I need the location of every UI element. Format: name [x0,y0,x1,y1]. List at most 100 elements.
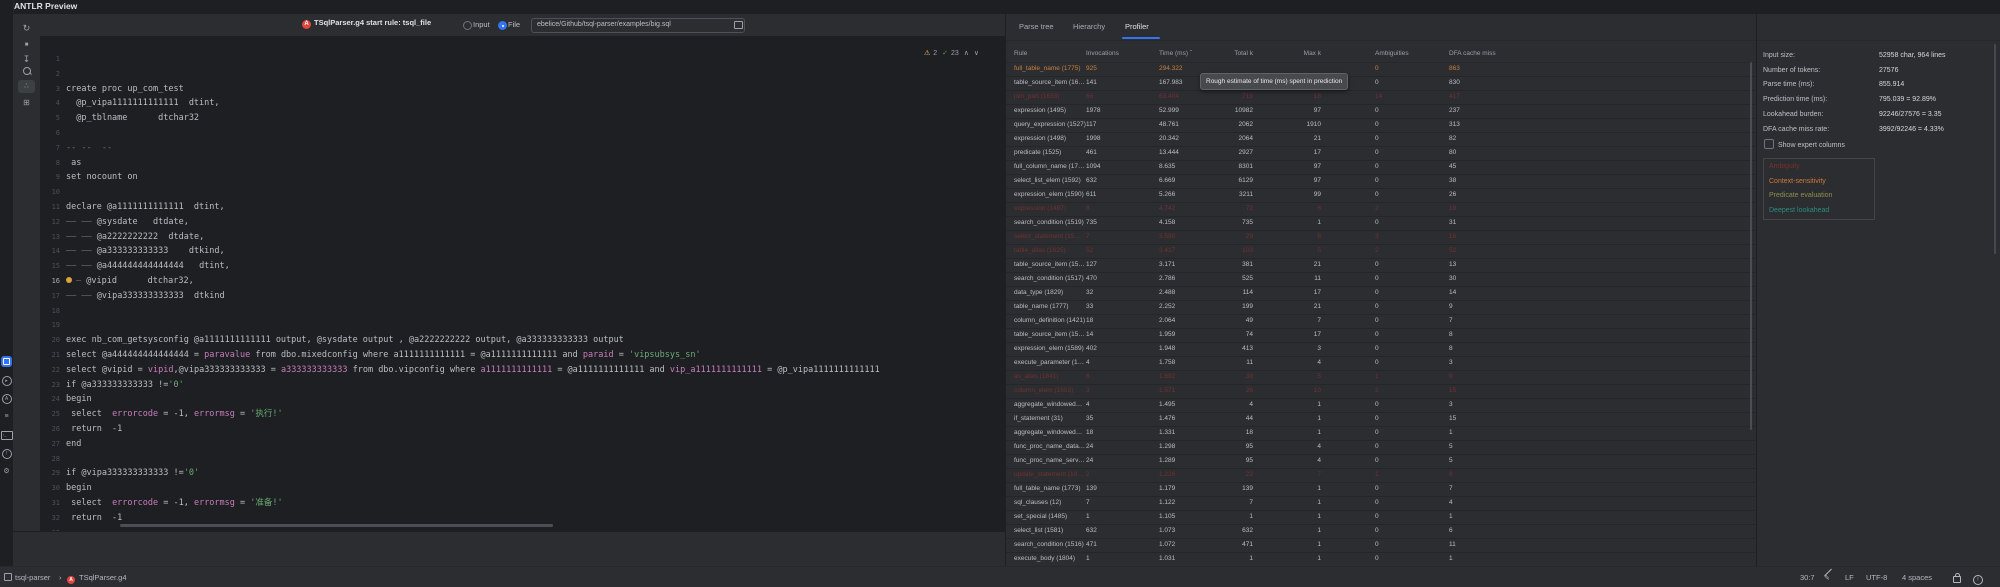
table-row[interactable]: execute_parameter (1…41.75811403 [1006,356,1756,371]
code-line[interactable]: begin [66,392,92,407]
code-line[interactable]: —— —— @sysdate dtdate, [66,215,189,230]
file-radio[interactable] [498,21,507,30]
table-row[interactable]: func_proc_name_serv…241.28995405 [1006,454,1756,469]
input-radio-label[interactable]: Input [473,20,490,29]
file-path-value[interactable]: ebelice/Github/tsql-parser/examples/big.… [537,21,671,28]
code-line[interactable]: select @vipid = vipid,@vipa333333333333 … [66,363,880,378]
caret-position[interactable]: 30:7 [1800,567,1815,587]
tab-profiler[interactable]: Profiler [1125,14,1149,39]
notifications-icon[interactable]: ! [1973,567,1983,587]
warning-count[interactable]: 2 [933,50,937,57]
table-row[interactable]: table_source_item (15…1273.17138121013 [1006,258,1756,273]
table-row[interactable]: join_part (1633)6663.4047191814417 [1006,90,1756,105]
stop-icon[interactable]: ■ [18,39,35,52]
encoding-indicator[interactable]: UTF-8 [1866,567,1887,587]
col-total-k[interactable]: Total k [1191,46,1253,60]
code-line[interactable]: —— —— @a444444444444444 dtint, [66,259,230,274]
panel-splitter[interactable] [1756,14,1757,566]
col-dfa-cache-miss[interactable]: DFA cache miss [1449,46,1529,60]
intention-bulb-icon[interactable] [66,277,72,283]
tab-parse-tree[interactable]: Parse tree [1019,14,1054,39]
table-row[interactable]: column_definition (1421)182.06449707 [1006,314,1756,329]
table-row[interactable]: as_alias (1841)61.69238519 [1006,370,1756,385]
editor[interactable]: 1234567891011121314151617181920212223242… [40,36,1003,531]
refresh-icon[interactable]: ↻ [18,22,35,35]
table-row[interactable]: expression (1495)197852.99910982970237 [1006,104,1756,119]
search-icon[interactable] [18,66,35,79]
table-row[interactable]: full_column_name (17…10948.635830197045 [1006,160,1756,175]
settings-icon[interactable]: ⚙ [1,466,12,477]
code-line[interactable]: select errorcode = -1, errormsg = '执行!' [66,407,283,422]
table-row[interactable]: column_elem (1603)31.5712610215 [1006,384,1756,399]
code-line[interactable]: return -1 [66,511,122,526]
inspections-widget[interactable]: ⚠2 ✓23 ∧ ∨ [924,47,982,60]
table-row[interactable]: expression (1497)84.742726219 [1006,202,1756,217]
table-row[interactable]: search_condition (1519)7354.1587351031 [1006,216,1756,231]
col-invocations[interactable]: Invocations [1086,46,1156,60]
prev-issue-icon[interactable]: ∧ [964,50,969,57]
horizontal-scrollbar[interactable] [120,524,553,527]
code-line[interactable]: —— —— @a2222222222 dtdate, [66,230,204,245]
export-icon[interactable]: ↧ [18,53,35,66]
code-line[interactable]: — @vipid dtchar32, [66,274,194,289]
lock-icon[interactable] [1953,567,1961,587]
table-row[interactable]: data_type (1829)322.48811417014 [1006,286,1756,301]
stats-scrollbar[interactable] [1994,44,1996,254]
table-row[interactable]: query_expression (1527)11748.76120621910… [1006,118,1756,133]
code-line[interactable]: return -1 [66,422,122,437]
col-ambiguities[interactable]: Ambiguities [1375,46,1425,60]
table-row[interactable]: predicate (1525)46113.444292717080 [1006,146,1756,161]
table-row[interactable]: full_table_name (1773)1391.179139107 [1006,482,1756,497]
code-line[interactable]: as [66,156,81,171]
table-row[interactable]: expression (1498)199820.342206421082 [1006,132,1756,147]
table-row[interactable]: table_name (1777)332.2521992109 [1006,300,1756,315]
hierarchy-view-icon[interactable]: ⊞ [18,96,35,109]
breadcrumb-project[interactable]: tsql-parser [15,567,50,587]
check-count[interactable]: 23 [951,50,959,57]
table-row[interactable]: set_special (1485)11.1051101 [1006,510,1756,525]
table-row[interactable]: update_statement (18…21.22622718 [1006,468,1756,483]
table-row[interactable]: search_condition (1517)4702.78652511030 [1006,272,1756,287]
code-line[interactable]: -- -- -- [66,141,112,156]
code-line[interactable]: select errorcode = -1, errormsg = '准备!' [66,496,283,511]
terminal-icon[interactable]: ›_ [1,429,12,440]
col-rule[interactable]: Rule [1014,46,1086,60]
code-line[interactable]: begin [66,481,92,496]
table-row[interactable]: sql_clauses (12)71.1227104 [1006,496,1756,511]
table-row[interactable]: table_source_item (16…141167.9830830 [1006,76,1756,91]
breadcrumb-file[interactable]: TSqlParser.g4 [79,567,127,587]
next-issue-icon[interactable]: ∨ [974,50,979,57]
window-icon[interactable] [4,567,12,587]
antlr-icon[interactable]: A [1,393,12,404]
code-line[interactable]: create proc up_com_test [66,82,184,97]
antlr-preview-toolwindow-icon[interactable] [1,356,12,367]
table-row[interactable]: execute_body (1804)11.0311101 [1006,552,1756,562]
expert-columns-checkbox[interactable]: Show expert columns [1764,139,1845,151]
table-vertical-scrollbar[interactable] [1750,62,1752,430]
code-line[interactable]: —— —— @vipa333333333333 dtkind [66,289,225,304]
table-row[interactable]: search_condition (1516)4711.0724711011 [1006,538,1756,553]
code-line[interactable]: if @a333333333333 !='0' [66,378,184,393]
code-line[interactable]: exec nb_com_getsysconfig @a1111111111111… [66,333,624,348]
code-line[interactable]: if @vipa333333333333 !='0' [66,466,199,481]
table-row[interactable]: table_alias (1625)523.4171035252 [1006,244,1756,259]
code-line[interactable]: declare @a1111111111111 dtint, [66,200,225,215]
table-row[interactable]: select_list_elem (1592)6326.669612997038 [1006,174,1756,189]
code-line[interactable]: set nocount on [66,170,138,185]
table-row[interactable]: aggregate_windowed…181.33118101 [1006,426,1756,441]
tab-hierarchy[interactable]: Hierarchy [1073,14,1105,39]
indent-indicator[interactable]: 4 spaces [1902,567,1932,587]
table-row[interactable]: select_list (1581)6321.073632106 [1006,524,1756,539]
code-line[interactable]: select @a444444444444444 = paravalue fro… [66,348,701,363]
table-row[interactable]: aggregate_windowed…41.4954103 [1006,398,1756,413]
col-max-k[interactable]: Max k [1264,46,1321,60]
services-icon[interactable]: ≡ [1,411,12,422]
code-line[interactable]: end [66,437,81,452]
problems-icon[interactable]: ! [1,448,12,459]
table-row[interactable]: if_statement (31)351.476441015 [1006,412,1756,427]
file-radio-label[interactable]: File [508,20,520,29]
table-row[interactable]: expression_elem (1589)4021.948413308 [1006,342,1756,357]
code-line[interactable]: —— —— @a333333333333 dtkind, [66,244,225,259]
code-line[interactable]: @p_vipa1111111111111 dtint, [66,96,220,111]
table-row[interactable]: full_table_name (1775)925294.3220863 [1006,62,1756,77]
